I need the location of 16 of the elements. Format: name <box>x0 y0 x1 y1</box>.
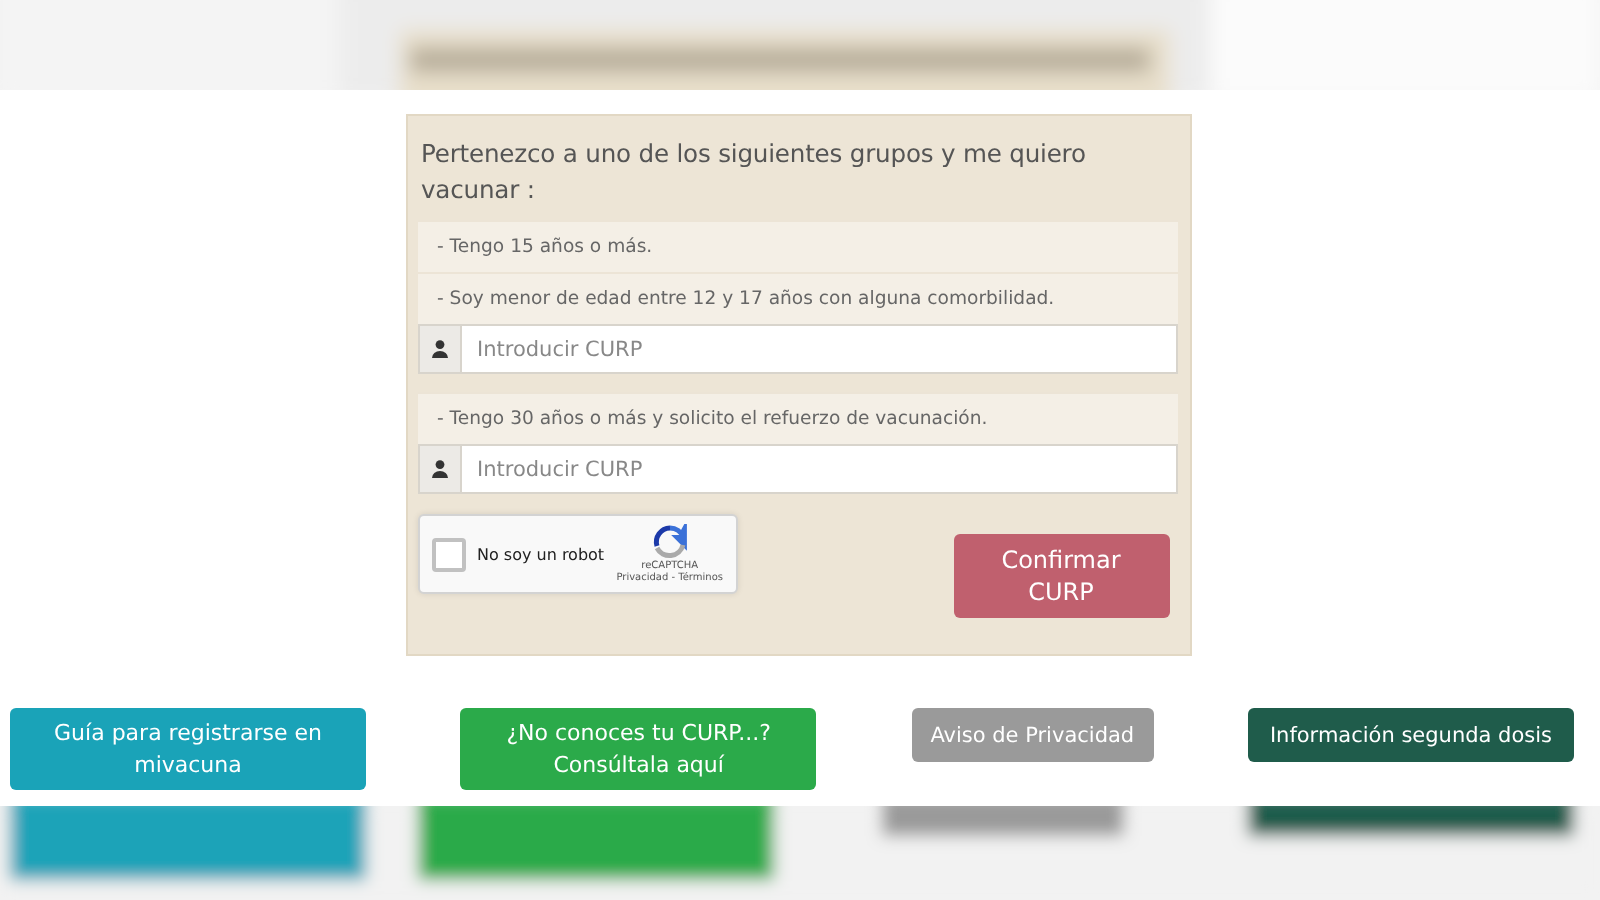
confirm-button[interactable]: Confirmar CURP <box>953 534 1169 618</box>
user-icon <box>431 460 447 478</box>
captcha-checkbox[interactable] <box>431 537 465 571</box>
link-button[interactable]: Aviso de Privacidad <box>911 708 1154 762</box>
group-option: - Soy menor de edad entre 12 y 17 años con alguna comorbilidad. <box>417 272 1177 324</box>
curp-input-field[interactable]: Introducir CURP <box>459 324 1177 374</box>
curp-input-field[interactable]: Introducir CURP <box>459 444 1177 494</box>
group-option: - Tengo 30 años o más y solicito el refuerzo de vacunación. <box>417 392 1177 444</box>
link-button[interactable]: Información segunda dosis <box>1247 708 1574 762</box>
refresh-arrows-icon <box>651 524 688 560</box>
link-button[interactable]: Guía para registrarse en mivacuna <box>10 708 366 790</box>
link-button[interactable]: ¿No conoces tu CURP...? Consúltala aquí <box>460 708 817 790</box>
group-option: - Tengo 15 años o más. <box>417 220 1177 272</box>
user-icon <box>431 340 447 358</box>
captcha-label: No soy un robot <box>477 545 605 563</box>
form-title: Pertenezco a uno de los siguientes grupos y me quiero vacunar : <box>421 138 1088 208</box>
